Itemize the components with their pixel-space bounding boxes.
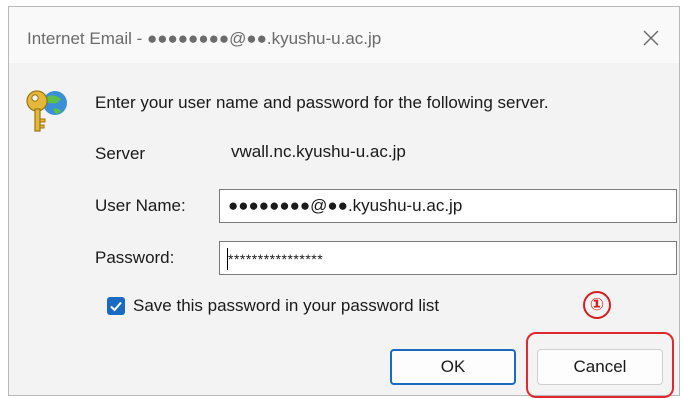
password-label: Password:: [95, 248, 175, 267]
step-marker: ①: [583, 291, 611, 319]
highlight-box: [526, 332, 674, 398]
password-value: ****************: [228, 251, 324, 267]
ok-button[interactable]: OK: [390, 349, 516, 385]
password-field[interactable]: ****************: [219, 241, 677, 275]
server-label: Server: [95, 144, 146, 163]
save-password-label[interactable]: Save this password in your password list: [133, 296, 439, 316]
dialog-body: Enter your user name and password for th…: [9, 63, 679, 398]
credentials-dialog: Internet Email - ●●●●●●●●@●●.kyushu-u.ac…: [8, 6, 680, 398]
close-button[interactable]: [633, 23, 667, 53]
username-label: User Name:: [95, 196, 186, 215]
checkmark-icon: [110, 301, 122, 312]
server-value: vwall.nc.kyushu-u.ac.jp: [231, 142, 406, 161]
dialog-prompt: Enter your user name and password for th…: [95, 93, 549, 112]
username-field[interactable]: ●●●●●●●●@●●.kyushu-u.ac.jp: [219, 189, 677, 223]
title-bar: Internet Email - ●●●●●●●●@●●.kyushu-u.ac…: [9, 7, 679, 63]
window-title: Internet Email - ●●●●●●●●@●●.kyushu-u.ac…: [27, 29, 382, 48]
close-icon: [643, 30, 659, 46]
key-globe-icon: [26, 90, 67, 132]
username-value: ●●●●●●●●@●●.kyushu-u.ac.jp: [228, 196, 463, 215]
save-password-checkbox[interactable]: [107, 297, 125, 315]
